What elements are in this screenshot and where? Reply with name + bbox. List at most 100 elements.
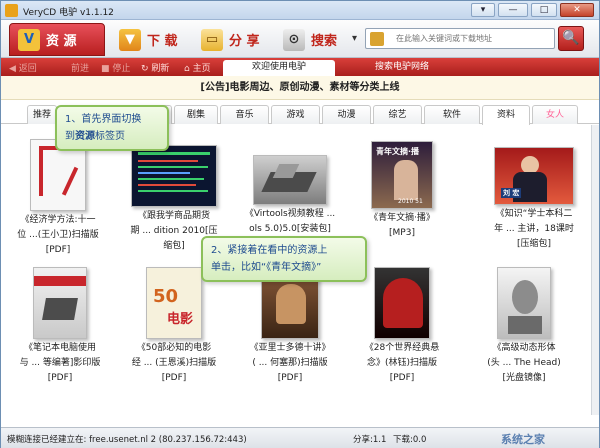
share-folder-icon: ▭: [201, 28, 223, 51]
callout-step1-line1: 1、首先界面切换: [65, 114, 142, 125]
callout-step1-line2: 到资源标签页: [65, 131, 125, 142]
resource-cover[interactable]: [33, 267, 87, 339]
resource-title[interactable]: 《知识“学士本科二: [479, 208, 589, 220]
resource-item[interactable]: 《经济学方法:十一 位 ...(王小卫)扫描版 [PDF]: [3, 139, 113, 256]
resource-format: [光盘镜像]: [502, 373, 546, 383]
watermark-logo: 系统之家: [501, 433, 545, 446]
resource-format: [PDF]: [277, 373, 303, 383]
resource-v-icon: V: [18, 28, 40, 51]
minimize-button[interactable]: —: [498, 3, 528, 17]
title-bar: VeryCD 电驴 v1.1.12 ▾ — □ ✕: [1, 1, 599, 20]
tab-welcome[interactable]: 欢迎使用电驴: [223, 60, 335, 76]
resource-cover[interactable]: 50 电影: [146, 267, 202, 339]
cover-lecturer: 刘 宏: [501, 188, 522, 198]
refresh-button[interactable]: ↻ 刷新: [141, 61, 169, 74]
resource-title[interactable]: 《经济学方法:十一: [3, 214, 113, 226]
tab-documents[interactable]: 资料: [482, 105, 530, 125]
resource-cover[interactable]: [497, 267, 551, 339]
callout-step2-line2: 单击，比如“《青年文摘》”: [211, 262, 322, 273]
tab-resource-label: 资 源: [46, 34, 77, 49]
close-button[interactable]: ✕: [560, 3, 594, 17]
menu-dropdown-button[interactable]: ▾: [471, 3, 495, 17]
search-type-dropdown[interactable]: ▾: [352, 33, 357, 44]
resource-item[interactable]: 《28个世界经典悬 念》(林钰)扫描版 [PDF]: [347, 267, 457, 384]
tab-recommend[interactable]: 推荐: [27, 105, 57, 124]
resource-cover[interactable]: 青年文摘·播 2010 51: [371, 141, 433, 209]
callout-step2-line1: 2、紧接着在看中的资源上: [211, 245, 328, 256]
resource-title[interactable]: 《50部必知的电影: [119, 342, 229, 354]
resource-item[interactable]: 青年文摘·播 2010 51 《青年文摘·播》 [MP3]: [347, 141, 457, 239]
home-button[interactable]: ⌂ 主页: [184, 61, 211, 74]
resource-cover[interactable]: [374, 267, 430, 339]
tab-search-network[interactable]: 搜索电驴网络: [347, 60, 457, 76]
resource-title[interactable]: 《28个世界经典悬: [347, 342, 457, 354]
search-engine-icon[interactable]: [370, 32, 384, 46]
resource-format: [PDF]: [389, 373, 415, 383]
search-input[interactable]: [396, 31, 552, 46]
stop-button[interactable]: ■ 停止: [101, 61, 130, 74]
search-binoculars-icon: ⊙: [283, 28, 305, 51]
cover-title: 电影: [167, 312, 194, 327]
cover-issue: 2010 51: [398, 198, 423, 205]
resource-cover[interactable]: [253, 155, 327, 205]
resource-subtitle: 与 ... 等编著]影印版: [19, 358, 101, 368]
announcement-banner[interactable]: [公告]电影周边、原创动漫、素材等分类上线: [1, 76, 599, 100]
resource-title[interactable]: 《笔记本电脑使用: [5, 342, 115, 354]
back-button[interactable]: ◀ 返回: [9, 61, 37, 74]
resource-subtitle: ols 5.0)5.0[安装包]: [249, 224, 331, 234]
resource-item[interactable]: 刘 宏 《知识“学士本科二 年 ... 主讲，18课时 [压缩包]: [479, 147, 589, 250]
tab-share-label: 分 享: [229, 34, 260, 49]
share-speed: 分享:1.1: [353, 435, 387, 445]
resource-item[interactable]: 50 电影 《50部必知的电影 经 ... (王恩溪)扫描版 [PDF]: [119, 267, 229, 384]
resource-title[interactable]: 《跟我学商品期货: [119, 210, 229, 222]
maximize-button[interactable]: □: [531, 3, 557, 17]
tab-download-label: 下 载: [147, 34, 178, 49]
resource-subtitle: 经 ... (王恩溪)扫描版: [131, 358, 217, 368]
tab-search-label: 搜索: [311, 34, 338, 49]
resource-title[interactable]: 《亚里士多德十讲》: [235, 342, 345, 354]
search-box[interactable]: [365, 28, 555, 49]
main-toolbar: V 资 源 ▼ 下 载 ▭ 分 享 ⊙ 搜索 ▾ 🔍: [1, 20, 599, 58]
window-title: VeryCD 电驴 v1.1.12: [23, 8, 114, 18]
resource-item[interactable]: 《亚里士多德十讲》 ( ... 何塞那)扫描版 [PDF]: [235, 267, 345, 384]
app-window: VeryCD 电驴 v1.1.12 ▾ — □ ✕ V 资 源 ▼ 下 载 ▭ …: [0, 0, 600, 448]
tab-anime[interactable]: 动漫: [322, 105, 371, 124]
resource-item[interactable]: 《笔记本电脑使用 与 ... 等编著]影印版 [PDF]: [5, 267, 115, 384]
resource-subtitle: 位 ...(王小卫)扫描版: [17, 230, 99, 240]
tab-women[interactable]: 女人: [532, 105, 578, 124]
tab-series[interactable]: 剧集: [174, 105, 218, 124]
cover-number: 50: [153, 286, 179, 307]
resource-title[interactable]: 《青年文摘·播》: [347, 212, 457, 224]
tab-resource[interactable]: V 资 源: [9, 23, 105, 56]
resource-format: [压缩包]: [516, 239, 552, 249]
status-bar: 模糊连接已经建立在: free.usenet.nl 2 (80.237.156.…: [1, 427, 599, 448]
resource-item[interactable]: 《Virtools视频教程 ... ols 5.0)5.0[安装包]: [235, 155, 345, 238]
navigation-bar: ◀ 返回 前进 ■ 停止 ↻ 刷新 ⌂ 主页 欢迎使用电驴 搜索电驴网络: [1, 58, 599, 76]
resource-format: [PDF]: [47, 373, 73, 383]
resource-format: [PDF]: [161, 373, 187, 383]
download-speed: 下载:0.0: [393, 435, 427, 445]
tab-download[interactable]: ▼ 下 载: [111, 23, 187, 56]
tab-game[interactable]: 游戏: [271, 105, 320, 124]
tutorial-callout-step1: 1、首先界面切换 到资源标签页: [55, 105, 169, 151]
resource-title[interactable]: 《高级动态形体: [469, 342, 579, 354]
forward-button[interactable]: 前进: [71, 61, 89, 74]
resource-cover[interactable]: 刘 宏: [494, 147, 574, 205]
cover-title: 青年文摘·播: [376, 147, 420, 156]
vertical-scrollbar[interactable]: [591, 125, 599, 415]
resource-item[interactable]: 《高级动态形体 (头 ... The Head) [光盘镜像]: [469, 267, 579, 384]
resource-subtitle: ( ... 何塞那)扫描版: [252, 358, 328, 368]
verycd-app-icon: [5, 4, 18, 17]
tab-software[interactable]: 软件: [424, 105, 480, 124]
tab-search[interactable]: ⊙ 搜索: [275, 23, 351, 56]
search-button[interactable]: 🔍: [558, 26, 584, 51]
resource-cover[interactable]: [131, 145, 217, 207]
resource-subtitle: (头 ... The Head): [487, 358, 561, 368]
resource-title[interactable]: 《Virtools视频教程 ...: [235, 208, 345, 220]
tab-share[interactable]: ▭ 分 享: [193, 23, 269, 56]
download-icon: ▼: [119, 28, 141, 51]
tab-music[interactable]: 音乐: [220, 105, 269, 124]
tab-variety[interactable]: 综艺: [373, 105, 422, 124]
resource-subtitle: 年 ... 主讲，18课时: [494, 224, 574, 234]
tutorial-callout-step2: 2、紧接着在看中的资源上 单击，比如“《青年文摘》”: [201, 236, 367, 282]
